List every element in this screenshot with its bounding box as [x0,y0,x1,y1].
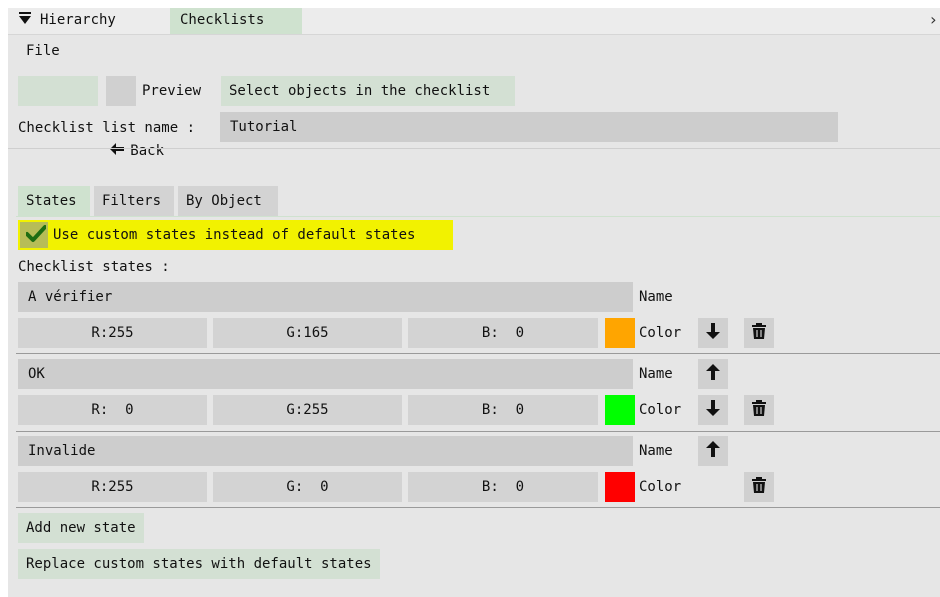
delete-state-button[interactable] [744,472,774,502]
move-down-button[interactable] [698,318,728,348]
close-panel-icon[interactable]: › [928,8,938,32]
divider [8,148,940,149]
back-button-label: Back [130,143,165,159]
trash-icon [752,323,766,343]
arrow-up-icon [706,364,720,384]
window-tab-bar: Hierarchy Checklists › [8,8,940,35]
state-red-input[interactable]: R:255 [18,472,207,502]
state-blue-input[interactable]: B: 0 [408,318,598,348]
state-separator [16,353,940,354]
checkmark-icon [25,223,47,247]
custom-states-label: Use custom states instead of default sta… [53,227,416,243]
tab-hierarchy[interactable]: Hierarchy [8,8,168,34]
arrow-down-icon [706,323,720,343]
state-name-label: Name [639,289,673,305]
state-green-input[interactable]: G:255 [213,395,402,425]
state-name-input[interactable]: Invalide [18,436,633,466]
state-color-swatch[interactable] [605,472,635,502]
tab-by-object[interactable]: By Object [178,186,278,216]
replace-states-button[interactable]: Replace custom states with default state… [18,549,380,579]
state-red-input[interactable]: R: 0 [18,395,207,425]
list-name-label: Checklist list name : [18,120,196,136]
state-name-label: Name [639,366,673,382]
tab-filters[interactable]: Filters [94,186,174,216]
state-green-input[interactable]: G:165 [213,318,402,348]
state-color-swatch[interactable] [605,395,635,425]
state-color-label: Color [639,479,682,495]
tab-checklists-label: Checklists [180,12,265,28]
checklist-panel: Hierarchy Checklists › File Back Preview… [8,8,940,597]
state-name-input[interactable]: A vérifier [18,282,633,312]
checklist-states-label: Checklist states : [18,259,170,275]
subtab-underline [16,216,940,217]
delete-state-button[interactable] [744,318,774,348]
tab-hierarchy-label: Hierarchy [40,12,116,28]
back-button[interactable]: Back [18,76,164,159]
state-green-input[interactable]: G: 0 [213,472,402,502]
state-separator [16,507,940,508]
state-color-swatch[interactable] [605,318,635,348]
trash-icon [752,400,766,420]
arrow-down-icon [706,400,720,420]
tab-checklists[interactable]: Checklists [170,8,302,34]
state-name-label: Name [639,443,673,459]
list-name-input[interactable]: Tutorial [220,112,838,142]
state-red-input[interactable]: R:255 [18,318,207,348]
tab-states[interactable]: States [18,186,90,216]
preview-label: Preview [142,83,202,99]
collapse-menu-icon[interactable] [18,12,32,26]
state-blue-input[interactable]: B: 0 [408,472,598,502]
preview-checkbox[interactable] [106,76,136,106]
trash-icon [752,477,766,497]
arrow-up-icon [706,441,720,461]
state-color-label: Color [639,325,682,341]
add-state-button[interactable]: Add new state [18,513,144,543]
select-objects-button[interactable]: Select objects in the checklist [221,76,515,106]
move-down-button[interactable] [698,395,728,425]
state-name-input[interactable]: OK [18,359,633,389]
state-blue-input[interactable]: B: 0 [408,395,598,425]
delete-state-button[interactable] [744,395,774,425]
menu-file[interactable]: File [26,42,60,60]
move-up-button[interactable] [698,359,728,389]
state-color-label: Color [639,402,682,418]
move-up-button[interactable] [698,436,728,466]
custom-states-checkbox[interactable] [20,222,48,248]
state-separator [16,431,940,432]
